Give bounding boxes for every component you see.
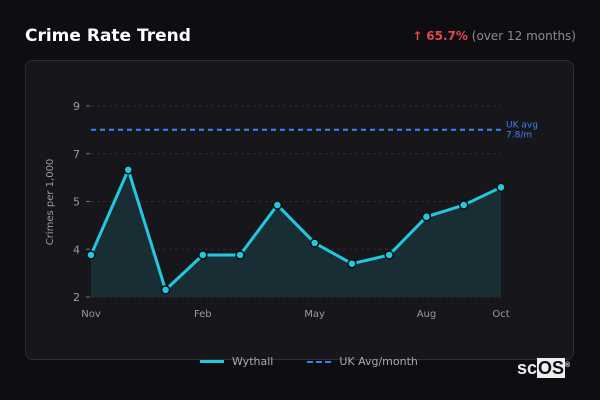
legend-swatch-avg xyxy=(307,360,332,363)
x-tick-label: Feb xyxy=(194,309,212,320)
data-point xyxy=(123,165,134,175)
line-chart: 2 4 5 7 9 Nov Feb May Aug Oct Crimes per 1,000 UK a… xyxy=(45,100,538,320)
data-point xyxy=(309,238,320,248)
x-tick-label: Oct xyxy=(492,309,509,320)
y-tick-label: 5 xyxy=(73,196,80,209)
data-point xyxy=(86,250,96,260)
data-point xyxy=(347,258,357,269)
scos-logo: scOS® xyxy=(517,358,571,378)
x-tick-label: Aug xyxy=(417,309,437,320)
data-point xyxy=(198,250,208,260)
legend-label-avg: UK Avg/month xyxy=(339,355,418,368)
data-point xyxy=(384,250,394,260)
legend-label-series: Wythall xyxy=(232,355,274,368)
data-point xyxy=(421,212,432,222)
y-tick-label: 7 xyxy=(73,148,80,161)
uk-average-value: 7.8/m xyxy=(506,131,532,141)
data-point xyxy=(496,182,506,193)
data-point xyxy=(458,200,469,210)
y-axis-label: Crimes per 1,000 xyxy=(45,159,56,246)
y-tick-label: 2 xyxy=(73,291,80,304)
data-point xyxy=(235,250,245,260)
x-tick-label: Nov xyxy=(81,309,101,320)
uk-average-label: UK avg xyxy=(506,121,538,131)
x-tick-label: May xyxy=(304,309,325,320)
legend-swatch-series xyxy=(200,360,224,363)
series-area xyxy=(91,169,501,297)
data-point xyxy=(160,285,171,295)
legend: Wythall UK Avg/month xyxy=(200,355,418,368)
y-tick-label: 9 xyxy=(73,100,80,113)
y-tick-label: 4 xyxy=(73,243,80,256)
data-point xyxy=(272,200,283,210)
